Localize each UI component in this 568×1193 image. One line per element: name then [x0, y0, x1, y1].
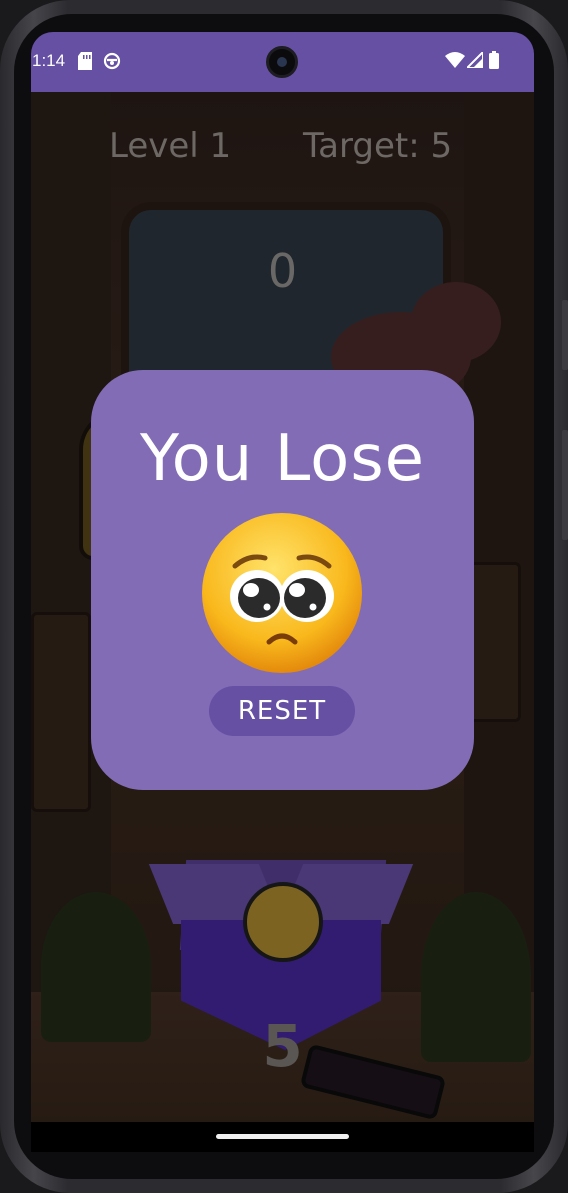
phone-frame: Level 1 Target: 5 0 5 1:14 You Lose RESE…	[0, 0, 568, 1193]
score-display: 0	[267, 244, 298, 298]
wifi-icon	[445, 52, 465, 72]
target-label: Target: 5	[303, 126, 453, 166]
status-bar: 1:14	[31, 32, 534, 92]
volume-button	[562, 430, 568, 540]
front-camera	[266, 46, 298, 78]
box-count: 5	[262, 1012, 303, 1080]
yellow-ball[interactable]	[243, 882, 323, 962]
circle-app-icon	[103, 52, 121, 74]
level-label: Level 1	[109, 126, 232, 166]
sd-card-icon	[78, 52, 92, 74]
battery-icon	[489, 51, 499, 73]
dialog-title: You Lose	[139, 422, 426, 496]
home-gesture-handle[interactable]	[216, 1134, 349, 1139]
lose-dialog: You Lose RESET	[91, 370, 474, 790]
screen: Level 1 Target: 5 0 5 1:14 You Lose RESE…	[31, 32, 534, 1152]
pleading-face-icon	[199, 510, 365, 676]
reset-button[interactable]: RESET	[209, 686, 355, 736]
status-time: 1:14	[32, 51, 66, 70]
navigation-bar	[31, 1122, 534, 1152]
power-button	[562, 300, 568, 370]
cellular-signal-icon	[464, 49, 484, 72]
